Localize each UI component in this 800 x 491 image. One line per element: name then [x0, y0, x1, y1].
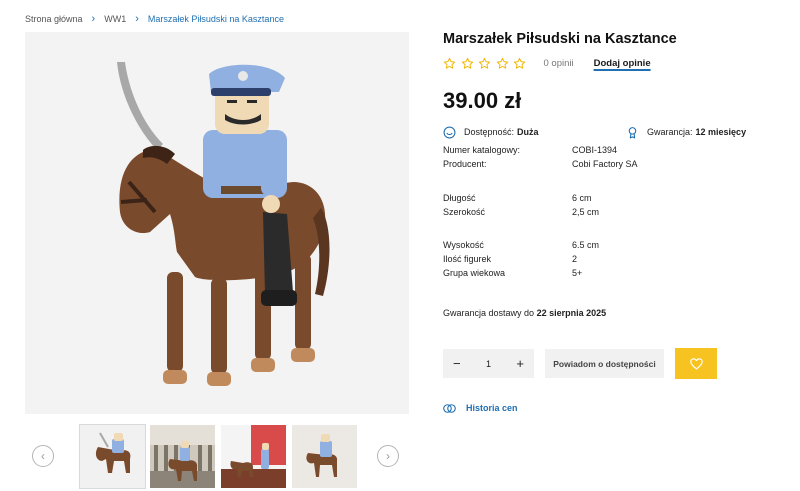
delivery-text: Gwarancja dostawy do [443, 308, 535, 318]
star-outline-icon[interactable] [461, 57, 474, 70]
wishlist-button[interactable] [675, 348, 717, 379]
chevron-left-icon: ‹ [41, 449, 45, 463]
thumbnail-next-button[interactable]: › [377, 445, 399, 467]
spec-value: 6 cm [572, 193, 592, 203]
star-outline-icon[interactable] [496, 57, 509, 70]
chevron-right-icon: › [135, 12, 139, 25]
spec-value: 5+ [572, 268, 583, 278]
availability-value: Duża [517, 127, 539, 137]
availability-info: Dostępność: Duża [443, 125, 539, 139]
warranty-info: Gwarancja: 12 miesięcy [626, 125, 746, 139]
chevron-right-icon: › [386, 449, 390, 463]
spec-key: Wysokość [443, 240, 484, 250]
notify-availability-button[interactable]: Powiadom o dostępności [545, 349, 664, 378]
spec-key: Szerokość [443, 207, 486, 217]
delivery-guarantee: Gwarancja dostawy do 22 sierpnia 2025 [443, 308, 606, 318]
quantity-value[interactable]: 1 [486, 359, 491, 369]
spec-key: Producent: [443, 159, 487, 169]
product-title: Marszałek Piłsudski na Kasztance [443, 31, 677, 47]
star-outline-icon[interactable] [478, 57, 491, 70]
thumbnail-4[interactable] [292, 425, 357, 488]
product-main-image[interactable] [25, 32, 409, 414]
spec-row: Długość 6 cm [443, 192, 743, 204]
smile-circle-icon [443, 126, 456, 138]
spec-value: 6.5 cm [572, 240, 600, 250]
spec-key: Długość [443, 193, 476, 203]
coins-icon [443, 403, 456, 413]
star-outline-icon[interactable] [443, 57, 456, 70]
add-review-link[interactable]: Dodaj opinie [594, 58, 651, 69]
spec-value: 2 [572, 254, 578, 264]
spec-row: Numer katalogowy: COBI-1394 [443, 144, 743, 156]
thumbnail-1[interactable] [79, 424, 146, 489]
star-outline-icon[interactable] [513, 57, 526, 70]
delivery-date: 22 sierpnia 2025 [536, 308, 607, 318]
thumbnail-2[interactable] [150, 425, 215, 488]
spec-row: Szerokość 2,5 cm [443, 206, 743, 218]
breadcrumb-current[interactable]: Marszałek Piłsudski na Kasztance [148, 14, 284, 24]
price-history-label[interactable]: Historia cen [466, 403, 518, 413]
spec-value: 2,5 cm [572, 207, 600, 217]
spec-row: Wysokość 6.5 cm [443, 239, 743, 251]
warranty-label: Gwarancja: [647, 127, 693, 137]
rating-row: 0 opinii Dodaj opinie [443, 55, 651, 71]
thumbnail-prev-button[interactable]: ‹ [32, 445, 54, 467]
quantity-decrease-button[interactable]: − [453, 357, 461, 370]
spec-key: Grupa wiekowa [443, 268, 506, 278]
heart-icon [689, 357, 703, 369]
breadcrumb: Strona główna › WW1 › Marszałek Piłsudsk… [25, 12, 284, 26]
quantity-stepper: − 1 + [443, 349, 534, 378]
spec-value: Cobi Factory SA [572, 159, 638, 169]
reviews-count: 0 opinii [543, 57, 574, 69]
product-price: 39.00 zł [443, 88, 522, 113]
price-history-link[interactable]: Historia cen [443, 401, 518, 415]
warranty-value: 12 miesięcy [695, 127, 747, 137]
spec-value: COBI-1394 [572, 145, 618, 155]
spec-row: Producent: Cobi Factory SA [443, 158, 743, 170]
spec-key: Numer katalogowy: [443, 145, 521, 155]
spec-key: Ilość figurek [443, 254, 492, 264]
breadcrumb-home[interactable]: Strona główna [25, 14, 83, 24]
quantity-increase-button[interactable]: + [516, 357, 524, 370]
chevron-right-icon: › [91, 12, 96, 25]
award-icon [628, 126, 637, 138]
availability-label: Dostępność: [464, 127, 515, 137]
thumbnail-3[interactable] [221, 425, 286, 488]
breadcrumb-category[interactable]: WW1 [104, 14, 126, 24]
spec-row: Grupa wiekowa 5+ [443, 267, 743, 279]
spec-row: Ilość figurek 2 [443, 253, 743, 265]
